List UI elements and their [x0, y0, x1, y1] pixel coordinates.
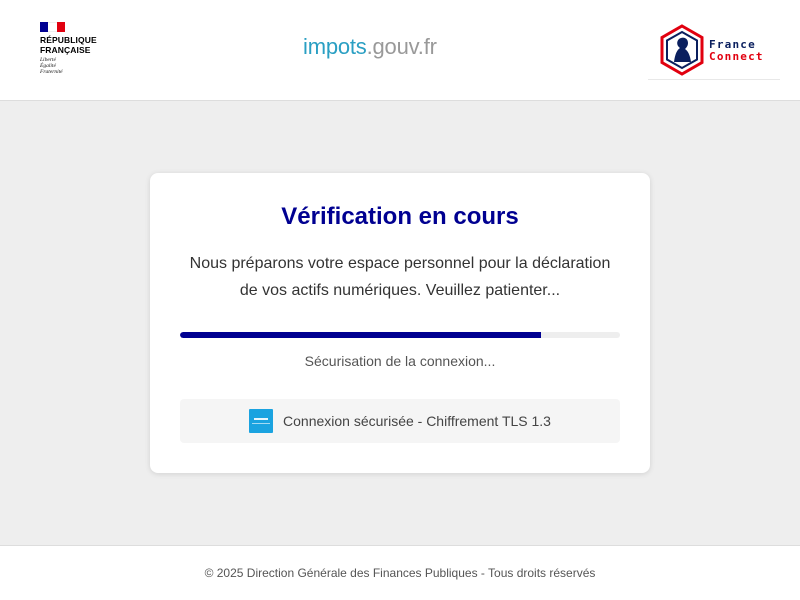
- franceconnect-hexagon-icon: [660, 24, 704, 76]
- republique-motto: Liberté Égalité Fraternité: [40, 57, 63, 75]
- secure-badge-icon: [249, 409, 274, 433]
- site-title-part1: impots: [303, 34, 367, 59]
- site-footer: © 2025 Direction Générale des Finances P…: [0, 545, 800, 600]
- progress-bar-fill: [180, 332, 541, 338]
- card-title: Vérification en cours: [281, 203, 519, 230]
- card-message: Nous préparons votre espace personnel po…: [189, 255, 611, 299]
- verification-card: Vérification en cours Nous préparons vot…: [150, 173, 650, 473]
- secure-connection-notice: Connexion sécurisée - Chiffrement TLS 1.…: [180, 399, 620, 443]
- site-title-link[interactable]: impots.gouv.fr: [303, 34, 437, 60]
- french-flag-icon: [40, 22, 65, 32]
- republique-francaise-logo[interactable]: RÉPUBLIQUE FRANÇAISE Liberté Égalité Fra…: [40, 22, 110, 77]
- footer-copyright: © 2025 Direction Générale des Finances P…: [204, 566, 596, 580]
- secure-connection-text: Connexion sécurisée - Chiffrement TLS 1.…: [283, 413, 551, 429]
- franceconnect-line2: Connect: [709, 50, 764, 63]
- franceconnect-wordmark: France Connect: [709, 39, 764, 63]
- franceconnect-logo[interactable]: France Connect: [648, 22, 780, 80]
- site-title-part2: .gouv.fr: [366, 34, 437, 59]
- site-header: RÉPUBLIQUE FRANÇAISE Liberté Égalité Fra…: [0, 0, 800, 101]
- progress-bar: [180, 332, 620, 338]
- status-text: Sécurisation de la connexion...: [304, 353, 496, 369]
- republique-francaise-name: RÉPUBLIQUE FRANÇAISE: [40, 35, 97, 55]
